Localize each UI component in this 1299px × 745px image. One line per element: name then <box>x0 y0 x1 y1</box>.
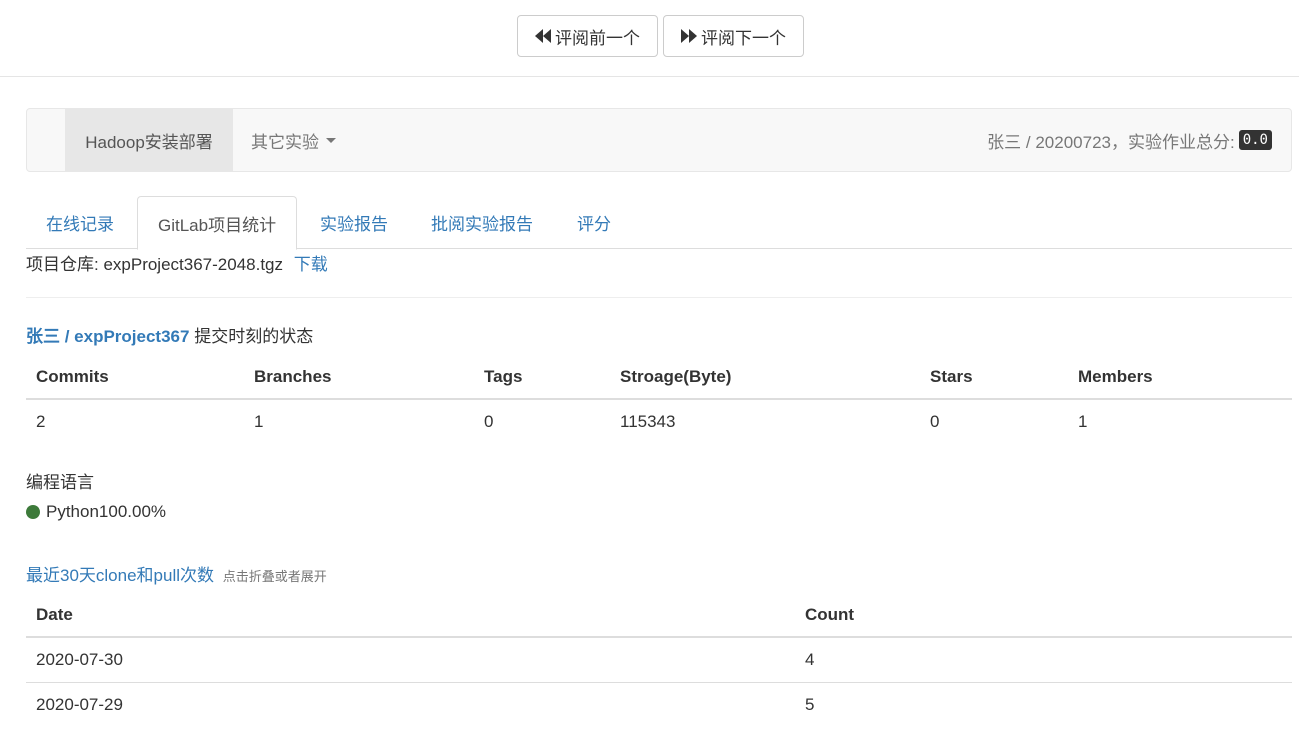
student-info-text: 张三 / 20200723，实验作业总分: <box>987 132 1235 152</box>
tab-lab-report[interactable]: 实验报告 <box>300 196 408 249</box>
tags-header: Tags <box>474 355 610 400</box>
table-row: 2020-07-30 4 <box>26 637 1292 682</box>
collapse-hint: 点击折叠或者展开 <box>222 569 327 584</box>
stats-value-row: 2 1 0 115343 0 1 <box>26 399 1292 444</box>
tab-bar: 在线记录 GitLab项目统计 实验报告 批阅实验报告 评分 <box>26 196 1292 250</box>
nav-item-hadoop[interactable]: Hadoop安装部署 <box>65 109 233 171</box>
other-experiments-label: 其它实验 <box>251 132 319 152</box>
tab-review-report[interactable]: 批阅实验报告 <box>411 196 553 249</box>
review-next-button[interactable]: 评阅下一个 <box>663 15 804 57</box>
experiment-navbar: Hadoop安装部署 其它实验 张三 / 20200723，实验作业总分: 0.… <box>26 108 1292 172</box>
commits-header: Commits <box>26 355 244 400</box>
caret-down-icon <box>326 137 336 143</box>
stars-header: Stars <box>920 355 1068 400</box>
fast-forward-icon <box>681 29 697 43</box>
tags-value: 0 <box>484 412 494 431</box>
language-color-dot-icon <box>26 505 40 519</box>
review-prev-button[interactable]: 评阅前一个 <box>517 15 658 57</box>
language-item: Python100.00% <box>26 502 166 522</box>
date-cell: 2020-07-29 <box>26 681 795 727</box>
language-name: Python100.00% <box>46 502 167 521</box>
student-score-info: 张三 / 20200723，实验作业总分: 0.0 <box>987 109 1272 171</box>
download-link[interactable]: 下载 <box>294 255 328 274</box>
repo-line: 项目仓库: expProject367-2048.tgz 下载 <box>26 250 328 275</box>
clone-pull-table: Date Count 2020-07-30 4 2020-07-29 5 <box>26 593 1292 727</box>
total-score-badge: 0.0 <box>1238 130 1272 150</box>
count-cell: 4 <box>805 649 815 669</box>
review-button-group: 评阅前一个 评阅下一个 <box>517 15 804 57</box>
project-stats-table: Commits Branches Tags Stroage(Byte) Star… <box>26 355 1292 444</box>
clone-pull-heading[interactable]: 最近30天clone和pull次数 点击折叠或者展开 <box>26 561 327 586</box>
clone-heading-text: 最近30天clone和pull次数 <box>26 566 215 585</box>
project-link[interactable]: 张三 / expProject367 <box>26 327 189 346</box>
other-experiments-dropdown[interactable]: 其它实验 <box>251 109 336 171</box>
clones-header-row: Date Count <box>26 593 1292 638</box>
review-prev-label: 评阅前一个 <box>555 28 640 48</box>
repo-label: 项目仓库: expProject367-2048.tgz <box>26 255 284 274</box>
stats-header-row: Commits Branches Tags Stroage(Byte) Star… <box>26 355 1292 400</box>
date-cell: 2020-07-30 <box>36 649 123 669</box>
top-bar: 评阅前一个 评阅下一个 <box>0 0 1299 77</box>
members-header: Members <box>1068 355 1292 400</box>
date-header: Date <box>26 593 795 638</box>
table-row: 2020-07-29 5 <box>26 681 1292 727</box>
divider <box>26 297 1292 298</box>
tab-grading[interactable]: 评分 <box>557 196 631 249</box>
storage-value: 115343 <box>620 412 676 431</box>
count-header: Count <box>795 593 1292 638</box>
members-value: 1 <box>1078 412 1088 431</box>
count-cell: 5 <box>795 681 1292 727</box>
project-title-suffix: 提交时刻的状态 <box>194 327 314 346</box>
languages-heading: 编程语言 <box>26 473 94 492</box>
branches-value: 1 <box>254 412 264 431</box>
branches-header: Branches <box>244 355 474 400</box>
project-title: 张三 / expProject367 提交时刻的状态 <box>26 322 313 347</box>
commits-value: 2 <box>36 412 46 431</box>
review-next-label: 评阅下一个 <box>701 28 786 48</box>
stars-value: 0 <box>930 412 940 431</box>
tab-gitlab-stats[interactable]: GitLab项目统计 <box>137 196 298 250</box>
fast-backward-icon <box>535 29 551 43</box>
tab-online-records[interactable]: 在线记录 <box>26 196 134 249</box>
storage-header: Stroage(Byte) <box>610 355 920 400</box>
